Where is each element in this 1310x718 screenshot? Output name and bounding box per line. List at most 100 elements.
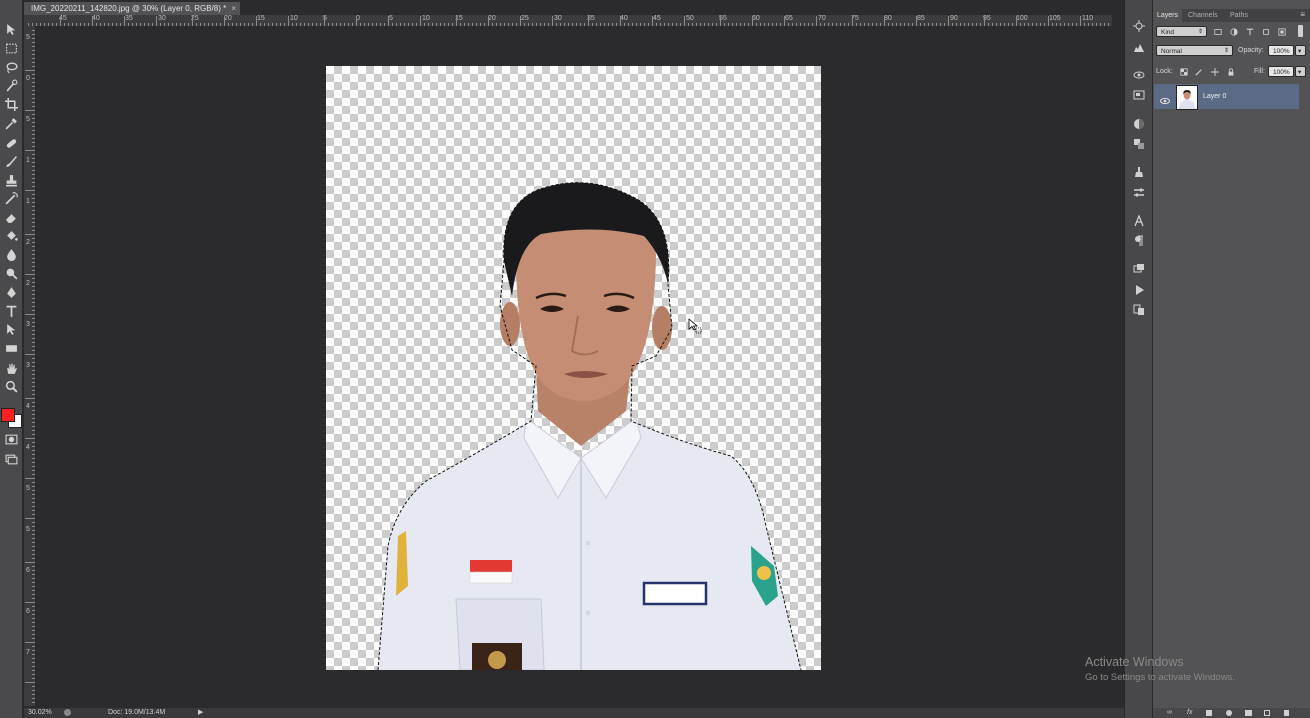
ruler-tick: [636, 23, 637, 26]
ruler-tick: [868, 23, 869, 26]
ruler-tick: [264, 23, 265, 26]
zoom-icon[interactable]: [3, 379, 19, 393]
lock-position-icon[interactable]: [1210, 67, 1220, 77]
color-panel-icon[interactable]: [1131, 116, 1146, 131]
ruler-tick: [648, 23, 649, 26]
tab-channels[interactable]: Channels: [1184, 9, 1222, 22]
ruler-tick: [380, 23, 381, 26]
properties-panel-icon[interactable]: [1131, 302, 1146, 317]
new-group-icon[interactable]: [1245, 710, 1252, 716]
ruler-tick: [156, 16, 157, 26]
ruler-tick: [692, 23, 693, 26]
add-mask-icon[interactable]: [1206, 710, 1212, 716]
layer-row[interactable]: Layer 0: [1154, 84, 1299, 110]
quick-mask-icon[interactable]: [3, 432, 19, 446]
clone-stamp-icon[interactable]: [3, 173, 19, 187]
filter-pixel-icon[interactable]: [1213, 27, 1223, 37]
paint-bucket-icon[interactable]: [3, 228, 19, 242]
tab-paths[interactable]: Paths: [1226, 9, 1252, 22]
navigator-panel-icon[interactable]: [1131, 87, 1146, 102]
filter-shape-icon[interactable]: [1261, 27, 1271, 37]
delete-layer-icon[interactable]: [1284, 710, 1289, 716]
foreground-color-swatch[interactable]: [1, 408, 15, 422]
swatches-panel-icon[interactable]: [1131, 136, 1146, 151]
fill-dropdown[interactable]: ▾: [1295, 66, 1306, 77]
opacity-label: Opacity:: [1238, 47, 1264, 54]
layer-name[interactable]: Layer 0: [1203, 93, 1226, 100]
history-brush-icon[interactable]: [3, 191, 19, 205]
3d-panel-icon[interactable]: [1131, 67, 1146, 82]
new-layer-icon[interactable]: [1264, 710, 1270, 716]
crop-icon[interactable]: [3, 97, 19, 111]
ruler-tick: [676, 23, 677, 26]
filter-kind-select[interactable]: Kind ⇕: [1156, 26, 1207, 37]
healing-brush-icon[interactable]: [3, 136, 19, 150]
lock-image-pixels-icon[interactable]: [1194, 67, 1204, 77]
filter-type-icon[interactable]: [1245, 27, 1255, 37]
status-menu-arrow-icon[interactable]: ▶: [198, 708, 203, 718]
brush-presets-icon[interactable]: [1131, 164, 1146, 179]
eye-icon[interactable]: [1160, 92, 1170, 105]
eyedropper-icon[interactable]: [3, 116, 19, 130]
blend-mode-select[interactable]: Normal ⇕: [1156, 45, 1233, 56]
horizontal-ruler[interactable]: 4540353025201510505101520253035404550556…: [24, 15, 1112, 27]
dodge-icon[interactable]: [3, 266, 19, 280]
ruler-tick: [32, 666, 35, 667]
panel-menu-icon[interactable]: ≡: [1300, 10, 1305, 19]
ruler-tick: [32, 674, 35, 675]
blur-icon[interactable]: [3, 247, 19, 261]
ruler-tick: [224, 16, 225, 26]
screen-mode-icon[interactable]: [3, 452, 19, 466]
pen-icon[interactable]: [3, 285, 19, 299]
ruler-tick: [32, 474, 35, 475]
close-tab-icon[interactable]: ×: [231, 2, 236, 16]
ruler-tick: [980, 23, 981, 26]
layer-style-icon[interactable]: fx: [1187, 709, 1192, 716]
link-layers-icon[interactable]: ∞: [1167, 709, 1172, 716]
vertical-ruler[interactable]: 5 0 5 1 1 2 2 3 3 4 4 5 5 6 6 7: [24, 26, 36, 706]
actions-play-icon[interactable]: [1131, 282, 1146, 297]
ruler-tick: [1072, 23, 1073, 26]
brush-icon[interactable]: [3, 154, 19, 168]
histogram-panel-icon[interactable]: [1131, 39, 1146, 54]
hand-icon[interactable]: [3, 361, 19, 375]
layer-comps-icon[interactable]: [1131, 261, 1146, 276]
ruler-tick: [32, 542, 35, 543]
ruler-tick-label: 2: [26, 280, 30, 287]
lock-all-icon[interactable]: [1226, 67, 1236, 77]
lock-transparent-pixels-icon[interactable]: [1179, 67, 1189, 77]
opacity-dropdown[interactable]: ▾: [1295, 45, 1306, 56]
lasso-icon[interactable]: [3, 60, 19, 74]
quick-select-icon[interactable]: [3, 78, 19, 92]
ruler-tick: [792, 23, 793, 26]
filter-adjustment-icon[interactable]: [1229, 27, 1239, 37]
ruler-tick: [32, 486, 35, 487]
zoom-level[interactable]: 30.02%: [28, 708, 52, 718]
rectangle-icon[interactable]: [3, 341, 19, 355]
opacity-input[interactable]: 100%: [1268, 45, 1294, 56]
flag-badge-white: [469, 571, 513, 584]
adjustment-layer-icon[interactable]: [1226, 710, 1232, 716]
fill-input[interactable]: 100%: [1268, 66, 1294, 77]
marquee-icon[interactable]: [3, 41, 19, 55]
character-panel-icon[interactable]: [1131, 213, 1146, 228]
move-icon[interactable]: [3, 22, 19, 36]
paragraph-panel-icon[interactable]: [1131, 233, 1146, 248]
tab-layers[interactable]: Layers: [1153, 9, 1183, 22]
ruler-tick: [212, 23, 213, 26]
document-canvas[interactable]: [326, 66, 821, 670]
ruler-tick-label: 90: [950, 15, 958, 22]
ruler-tick: [460, 23, 461, 26]
document-tab[interactable]: IMG_20220211_142820.jpg @ 30% (Layer 0, …: [24, 2, 240, 16]
ruler-tick: [276, 23, 277, 26]
adjustments-panel-icon[interactable]: [1131, 185, 1146, 200]
history-panel-icon[interactable]: [1131, 18, 1146, 33]
path-select-icon[interactable]: [3, 322, 19, 336]
eraser-icon[interactable]: [3, 210, 19, 224]
filter-toggle[interactable]: [1298, 25, 1303, 37]
ruler-tick: [32, 414, 35, 415]
type-icon[interactable]: [3, 304, 19, 318]
filter-smart-object-icon[interactable]: [1277, 27, 1287, 37]
ruler-tick-label: 4: [26, 403, 30, 410]
ruler-tick: [32, 174, 35, 175]
